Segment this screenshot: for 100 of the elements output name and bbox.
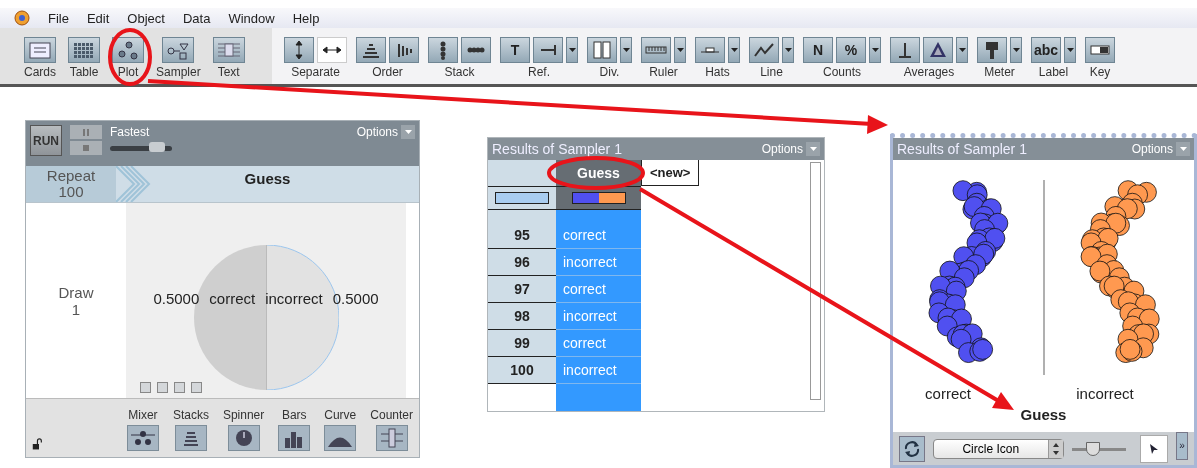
tool-group-label: Label bbox=[1038, 65, 1069, 79]
tool-button[interactable] bbox=[977, 37, 1007, 63]
tool-button[interactable] bbox=[461, 37, 491, 63]
more-button[interactable]: » bbox=[1176, 432, 1188, 460]
tool-group-label: Key bbox=[1089, 65, 1111, 79]
device-button[interactable]: Spinner bbox=[222, 408, 265, 451]
tool-group-label: Order bbox=[372, 65, 403, 79]
window-title: Results of Sampler 1 bbox=[897, 141, 1027, 157]
device-button[interactable]: Counter bbox=[370, 408, 413, 451]
tool-button[interactable] bbox=[749, 37, 779, 63]
pointer-button[interactable] bbox=[1140, 434, 1169, 463]
color-key bbox=[495, 192, 549, 204]
mixer-icon bbox=[126, 425, 159, 451]
tool-button[interactable]: abc bbox=[1031, 37, 1061, 63]
case-number: 97 bbox=[488, 276, 556, 303]
tool-group-label: Ruler bbox=[649, 65, 678, 79]
caret-icon bbox=[730, 47, 738, 53]
dropdown-button[interactable] bbox=[674, 37, 686, 63]
device-button[interactable]: Bars bbox=[278, 408, 311, 451]
menu-item[interactable]: Help bbox=[292, 10, 320, 26]
tool-button[interactable] bbox=[356, 37, 386, 63]
axis-label[interactable]: Guess bbox=[893, 402, 1194, 426]
slider-thumb[interactable] bbox=[148, 142, 165, 152]
slice-label: correct bbox=[209, 289, 256, 307]
plot-icon bbox=[112, 37, 144, 63]
dropdown-button[interactable] bbox=[620, 37, 632, 63]
speed-label: Fastest bbox=[110, 125, 151, 139]
toolbar-tool[interactable]: Cards bbox=[24, 37, 56, 84]
stacks-icon bbox=[174, 425, 207, 451]
toolbar-tool[interactable]: Table bbox=[68, 37, 100, 84]
menu-item[interactable]: Data bbox=[182, 10, 211, 26]
dropdown-button[interactable] bbox=[728, 37, 740, 63]
dropdown-button[interactable] bbox=[1010, 37, 1022, 63]
refresh-button[interactable] bbox=[899, 435, 925, 462]
tool-group-label: Stack bbox=[444, 65, 475, 79]
toolbar-tool[interactable]: Sampler bbox=[156, 37, 201, 84]
tool-button[interactable] bbox=[533, 37, 563, 63]
options-dropdown[interactable] bbox=[401, 125, 415, 139]
highlight-ellipse bbox=[108, 28, 152, 86]
case-number: 95 bbox=[488, 222, 556, 249]
case-number: 96 bbox=[488, 249, 556, 276]
run-button[interactable]: RUN bbox=[30, 125, 62, 156]
unlock-icon[interactable] bbox=[32, 437, 43, 451]
dropdown-button[interactable] bbox=[566, 37, 578, 63]
dropdown-button[interactable] bbox=[782, 37, 794, 63]
device-button[interactable]: Mixer bbox=[126, 408, 159, 451]
scrollbar[interactable] bbox=[810, 162, 821, 400]
options-dropdown[interactable] bbox=[806, 142, 820, 156]
counter-icon bbox=[375, 425, 408, 451]
slider-thumb[interactable] bbox=[1085, 441, 1100, 456]
tool-group-label: Separate bbox=[291, 65, 340, 79]
color-key bbox=[571, 192, 626, 204]
tool-button[interactable] bbox=[428, 37, 458, 63]
repeat-count[interactable]: 100 bbox=[58, 184, 84, 200]
draw-count[interactable]: 1 bbox=[71, 300, 81, 318]
pointer-icon bbox=[1149, 442, 1160, 455]
toolbar-tool[interactable]: Plot bbox=[112, 37, 144, 84]
tool-group-label: Meter bbox=[984, 65, 1015, 79]
tool-button[interactable] bbox=[317, 37, 347, 63]
pause-icon bbox=[83, 128, 89, 136]
options-label[interactable]: Options bbox=[356, 125, 398, 139]
case-number: 98 bbox=[488, 303, 556, 330]
menu-item[interactable]: Object bbox=[127, 10, 165, 26]
icon-type-select[interactable]: Circle Icon bbox=[932, 438, 1064, 459]
tool-button[interactable]: % bbox=[836, 37, 866, 63]
tool-button[interactable] bbox=[890, 37, 920, 63]
tool-button[interactable]: N bbox=[803, 37, 833, 63]
caret-icon bbox=[809, 147, 817, 151]
category-label: correct bbox=[924, 385, 972, 402]
device-button[interactable]: Stacks bbox=[172, 408, 209, 451]
device-button[interactable]: Curve bbox=[324, 408, 357, 451]
tool-button[interactable]: T bbox=[500, 37, 530, 63]
toolbar-tool[interactable]: Text bbox=[212, 37, 245, 84]
tool-button[interactable] bbox=[1085, 37, 1115, 63]
menu-item[interactable]: File bbox=[48, 10, 69, 26]
options-dropdown[interactable] bbox=[1176, 142, 1190, 156]
draw-label: Draw bbox=[58, 283, 94, 301]
menu-item[interactable]: Edit bbox=[86, 10, 110, 26]
menu-item[interactable]: Window bbox=[228, 10, 275, 26]
attribute-name[interactable]: Guess bbox=[156, 166, 419, 202]
tool-button[interactable] bbox=[923, 37, 953, 63]
table-icon bbox=[68, 37, 100, 63]
dot-cluster[interactable] bbox=[1080, 180, 1160, 363]
tool-button[interactable] bbox=[389, 37, 419, 63]
dropdown-button[interactable] bbox=[869, 37, 881, 63]
tool-group-label: Averages bbox=[903, 65, 955, 79]
tool-group-label: Hats bbox=[705, 65, 730, 79]
caret-icon bbox=[676, 47, 684, 53]
stepper-icon bbox=[1047, 439, 1063, 458]
tool-group-label: Ref. bbox=[528, 65, 550, 79]
dropdown-button[interactable] bbox=[956, 37, 968, 63]
curve-icon bbox=[324, 425, 357, 451]
tool-button[interactable] bbox=[284, 37, 314, 63]
caret-icon bbox=[1066, 47, 1074, 53]
bars-icon bbox=[278, 425, 311, 451]
dot-cluster[interactable] bbox=[928, 180, 1009, 363]
new-column-header[interactable]: <new> bbox=[641, 160, 700, 186]
repeat-label: Repeat bbox=[46, 168, 96, 184]
app-logo-icon bbox=[14, 10, 30, 26]
dropdown-button[interactable] bbox=[1064, 37, 1076, 63]
